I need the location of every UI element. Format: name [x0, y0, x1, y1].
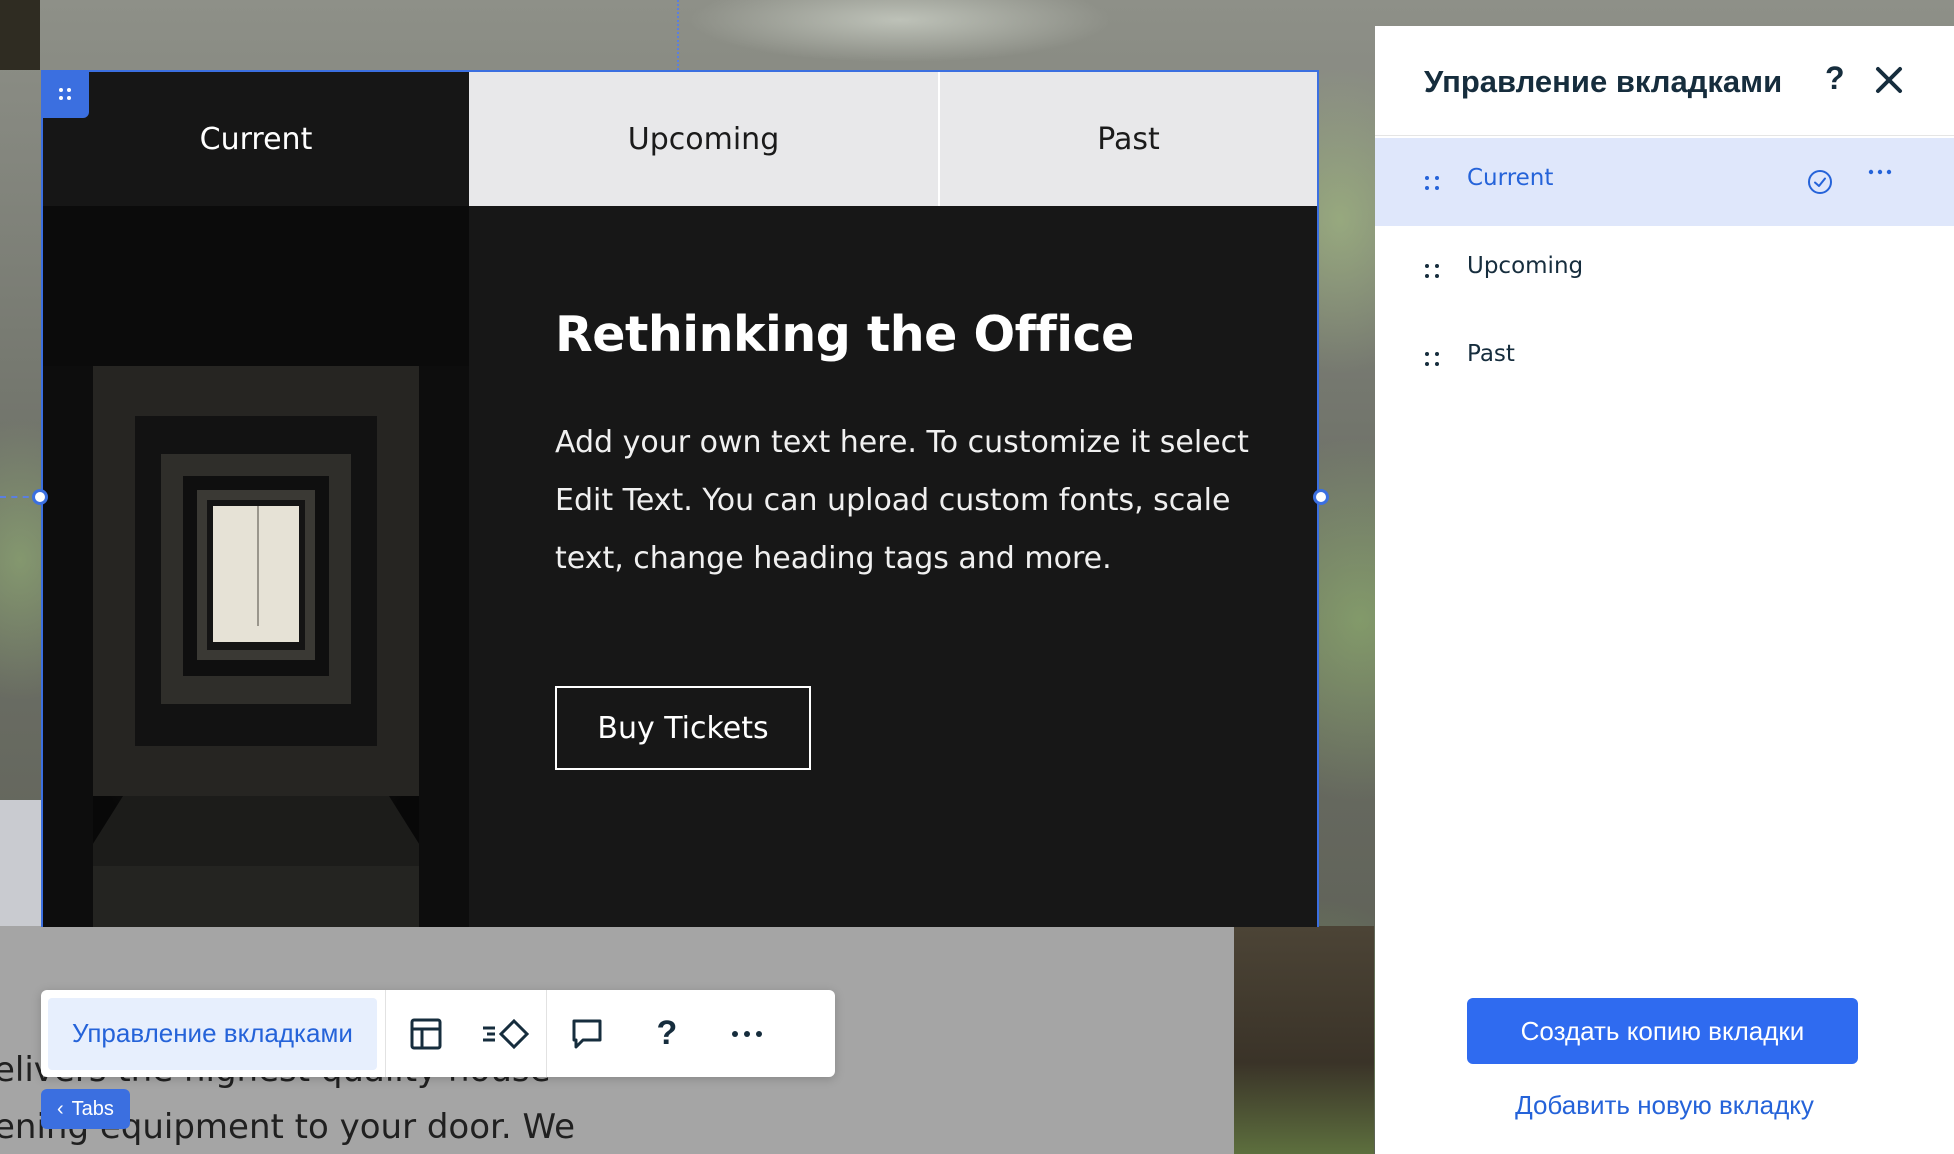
tabs-widget[interactable]: Current Upcoming Past Rethinking the Off… [41, 70, 1319, 927]
resize-handle-left[interactable] [32, 489, 48, 505]
layout-button[interactable] [386, 990, 466, 1077]
background-soil [1234, 926, 1374, 1154]
help-icon: ? [656, 1014, 678, 1052]
content-paragraph: Add your own text here. To customize it … [555, 425, 1249, 576]
manage-tabs-panel: Управление вкладками ? Current Upcoming [1375, 26, 1954, 1154]
animation-button[interactable] [466, 990, 546, 1077]
panel-help-button[interactable]: ? [1825, 60, 1845, 97]
section-edge [0, 800, 42, 926]
stairwell-illustration [43, 206, 469, 927]
resize-handle-right[interactable] [1313, 489, 1329, 505]
animation-icon [482, 1018, 529, 1049]
layout-icon [410, 1018, 442, 1049]
content-heading: Rethinking the Office [555, 306, 1134, 363]
more-icon [731, 1030, 762, 1037]
drag-grip-icon[interactable] [1423, 351, 1443, 367]
panel-tab-item-past[interactable]: Past [1375, 314, 1954, 402]
background-strip [0, 0, 40, 70]
check-circle-icon [1808, 170, 1832, 194]
stairwell-image [43, 206, 469, 927]
duplicate-tab-button[interactable]: Создать копию вкладки [1467, 998, 1858, 1064]
add-new-tab-link[interactable]: Добавить новую вкладку [1375, 1090, 1954, 1121]
chevron-left-icon: ‹ [57, 1097, 64, 1120]
panel-tab-item-current[interactable]: Current [1375, 138, 1954, 226]
close-icon[interactable] [1873, 64, 1905, 96]
more-button[interactable] [707, 990, 787, 1077]
buy-tickets-button[interactable]: Buy Tickets [555, 686, 811, 770]
drag-grip-icon[interactable] [1423, 263, 1443, 279]
tab-past[interactable]: Past [940, 72, 1317, 206]
drag-handle[interactable] [41, 70, 89, 118]
panel-title: Управление вкладками [1424, 64, 1783, 99]
panel-header: Управление вкладками ? [1375, 26, 1954, 136]
manage-tabs-button[interactable]: Управление вкладками [48, 997, 377, 1070]
panel-tab-label: Current [1467, 165, 1554, 191]
panel-tab-label: Upcoming [1467, 253, 1584, 279]
comment-icon [572, 1019, 602, 1048]
element-toolbar: Управление вкладками ? [41, 990, 835, 1077]
drag-grip-icon[interactable] [1423, 175, 1443, 191]
alignment-guide-vertical [677, 0, 679, 70]
comment-button[interactable] [547, 990, 627, 1077]
panel-tab-item-upcoming[interactable]: Upcoming [1375, 226, 1954, 314]
help-button[interactable]: ? [627, 990, 707, 1077]
drag-handle-icon [59, 88, 71, 100]
panel-tab-label: Past [1467, 341, 1515, 367]
more-options-icon[interactable] [1865, 162, 1895, 192]
element-breadcrumb-chip[interactable]: ‹ Tabs [41, 1089, 130, 1129]
tab-bar: Current Upcoming Past [43, 72, 1317, 206]
tab-current[interactable]: Current [43, 72, 469, 206]
tab-content: Rethinking the Office Add your own text … [469, 206, 1317, 927]
breadcrumb-label: Tabs [71, 1097, 114, 1120]
tab-upcoming[interactable]: Upcoming [469, 72, 940, 206]
